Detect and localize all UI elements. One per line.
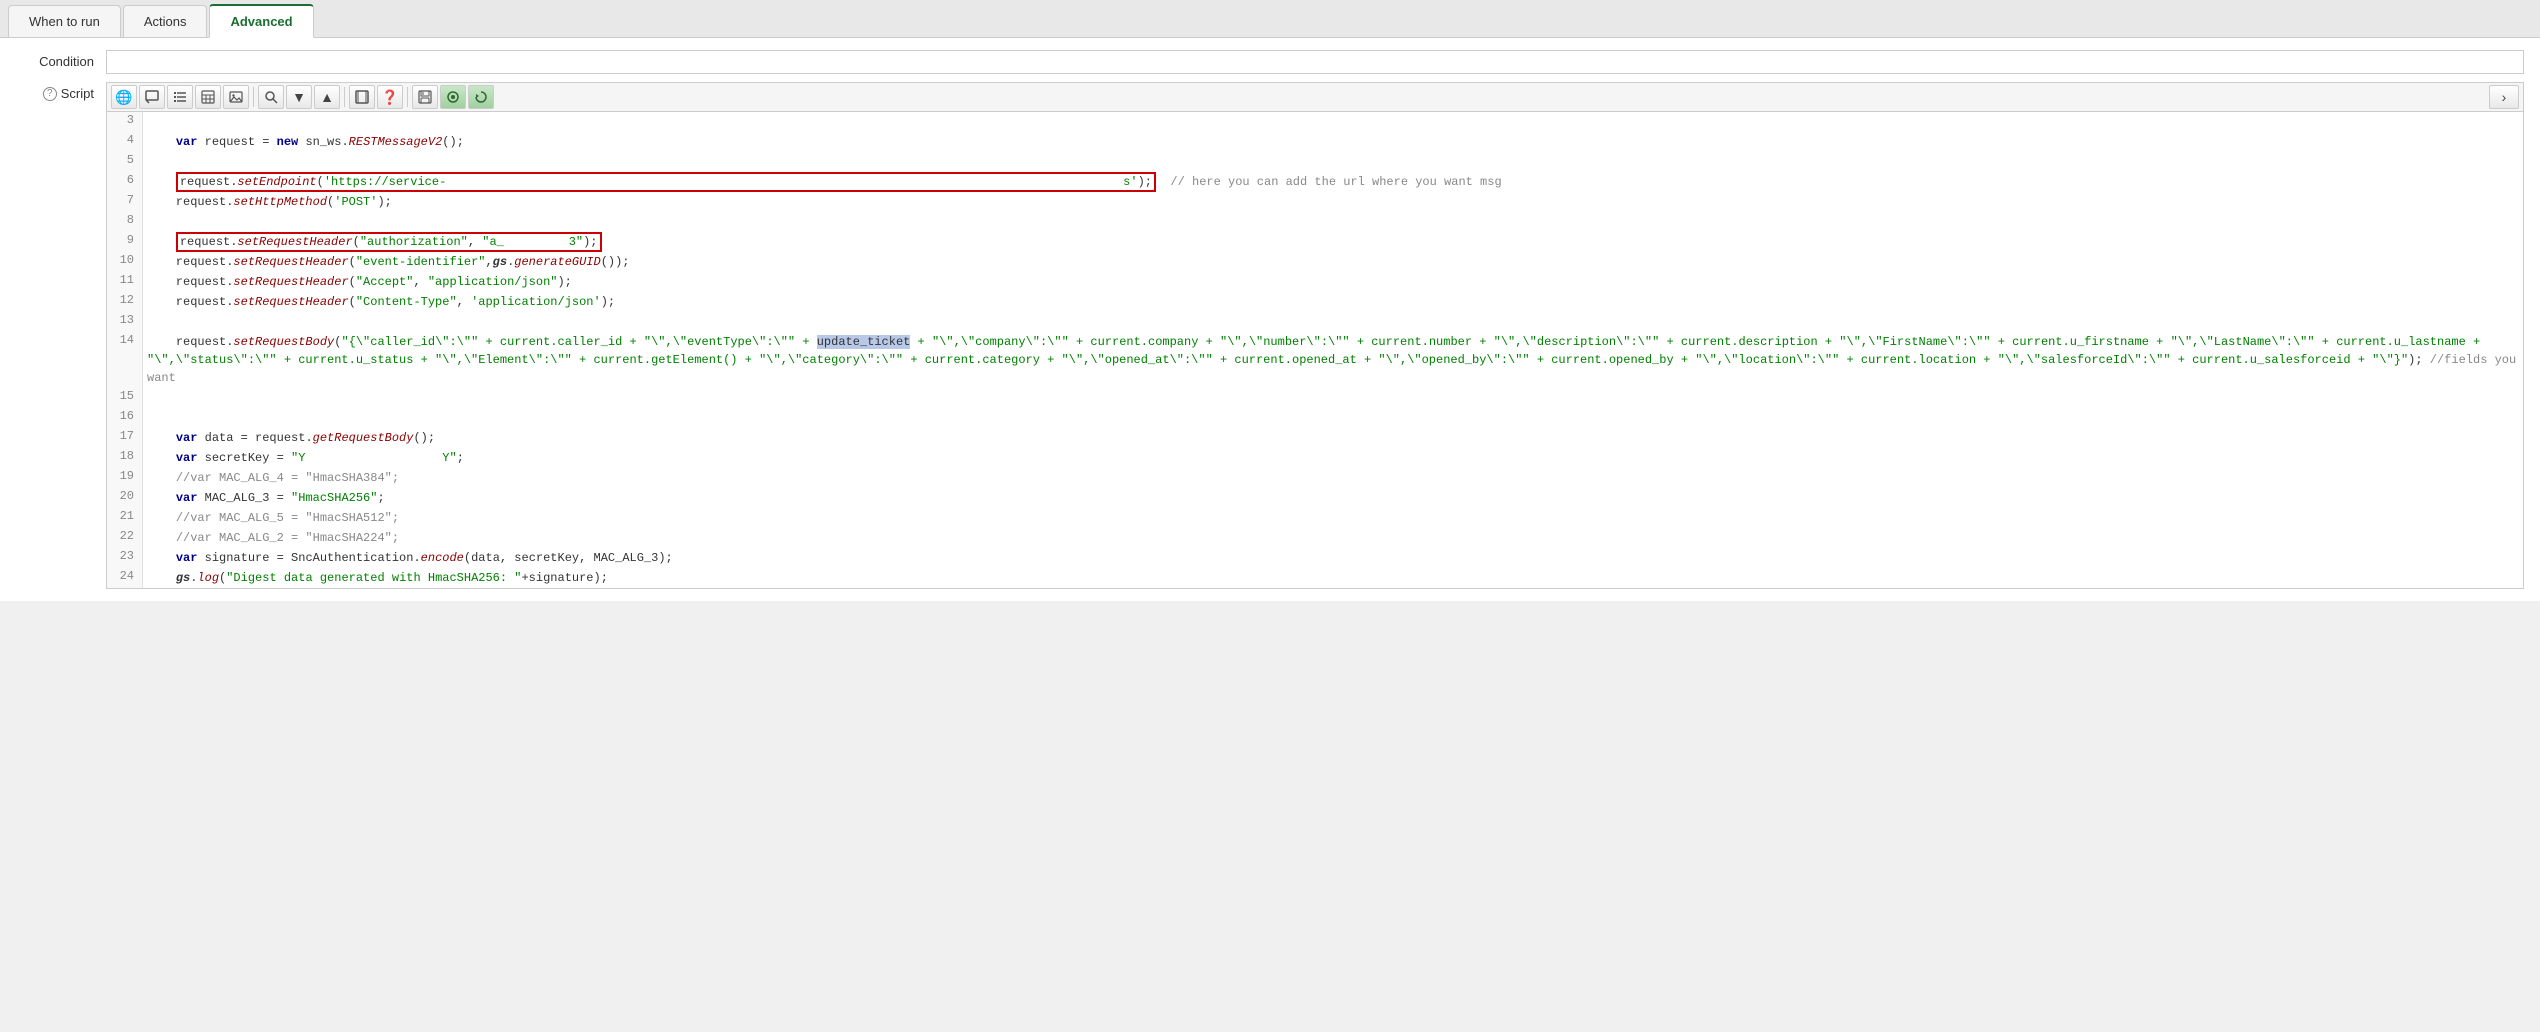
code-line-13: 13	[107, 312, 2523, 332]
tab-when-to-run[interactable]: When to run	[8, 5, 121, 37]
toolbar-comment-btn[interactable]	[139, 85, 165, 109]
toolbar-expand-btn[interactable]: ›	[2489, 85, 2519, 109]
toolbar-refresh-btn[interactable]	[468, 85, 494, 109]
code-line-14: 14 request.setRequestBody("{\"caller_id\…	[107, 332, 2523, 388]
code-line-11: 11 request.setRequestHeader("Accept", "a…	[107, 272, 2523, 292]
code-line-22: 22 //var MAC_ALG_2 = "HmacSHA224";	[107, 528, 2523, 548]
code-line-24: 24 gs.log("Digest data generated with Hm…	[107, 568, 2523, 588]
toolbar-right: ›	[2489, 85, 2519, 109]
toolbar-save-btn[interactable]	[412, 85, 438, 109]
code-line-4: 4 var request = new sn_ws.RESTMessageV2(…	[107, 132, 2523, 152]
main-container: When to run Actions Advanced Condition ?…	[0, 0, 2540, 1032]
tab-bar: When to run Actions Advanced	[0, 0, 2540, 38]
code-line-16: 16	[107, 408, 2523, 428]
tab-actions[interactable]: Actions	[123, 5, 208, 37]
help-icon[interactable]: ?	[43, 87, 57, 101]
code-line-12: 12 request.setRequestHeader("Content-Typ…	[107, 292, 2523, 312]
code-line-7: 7 request.setHttpMethod('POST');	[107, 192, 2523, 212]
toolbar-list-btn[interactable]	[167, 85, 193, 109]
code-line-15: 15	[107, 388, 2523, 408]
condition-row: Condition	[16, 50, 2524, 74]
code-line-10: 10 request.setRequestHeader("event-ident…	[107, 252, 2523, 272]
code-line-3: 3	[107, 112, 2523, 132]
code-lines: 3 4 var request = new sn_ws.RESTMessageV…	[107, 112, 2523, 588]
toolbar-green-settings-btn[interactable]	[440, 85, 466, 109]
toolbar-sep-2	[344, 87, 345, 107]
condition-input[interactable]	[106, 50, 2524, 74]
code-line-6: 6 request.setEndpoint('https://service- …	[107, 172, 2523, 192]
toolbar-help-btn[interactable]: ❓	[377, 85, 403, 109]
code-line-5: 5	[107, 152, 2523, 172]
editor-toolbar: 🌐	[107, 83, 2523, 112]
toolbar-sep-3	[407, 87, 408, 107]
code-line-23: 23 var signature = SncAuthentication.enc…	[107, 548, 2523, 568]
toolbar-image-btn[interactable]	[223, 85, 249, 109]
toolbar-dropdown-btn[interactable]: ▼	[286, 85, 312, 109]
editor-outer: 🌐	[106, 82, 2524, 589]
tab-advanced[interactable]: Advanced	[209, 4, 313, 38]
code-line-18: 18 var secretKey = "Y Y";	[107, 448, 2523, 468]
code-line-8: 8	[107, 212, 2523, 232]
code-line-9: 9 request.setRequestHeader("authorizatio…	[107, 232, 2523, 252]
tab-content: Condition ? Script 🌐	[0, 38, 2540, 601]
condition-label: Condition	[16, 50, 106, 69]
code-line-20: 20 var MAC_ALG_3 = "HmacSHA256";	[107, 488, 2523, 508]
toolbar-table-btn[interactable]	[195, 85, 221, 109]
toolbar-upload-btn[interactable]: ▲	[314, 85, 340, 109]
script-row: ? Script 🌐	[16, 82, 2524, 589]
code-line-19: 19 //var MAC_ALG_4 = "HmacSHA384";	[107, 468, 2523, 488]
code-line-17: 17 var data = request.getRequestBody();	[107, 428, 2523, 448]
editor-wrapper: 🌐	[106, 82, 2524, 589]
toolbar-globe-btn[interactable]: 🌐	[111, 85, 137, 109]
toolbar-search-btn[interactable]	[258, 85, 284, 109]
code-line-21: 21 //var MAC_ALG_5 = "HmacSHA512";	[107, 508, 2523, 528]
code-editor[interactable]: 3 4 var request = new sn_ws.RESTMessageV…	[107, 112, 2523, 588]
script-label: ? Script	[16, 82, 106, 101]
toolbar-frame-btn[interactable]	[349, 85, 375, 109]
toolbar-sep-1	[253, 87, 254, 107]
